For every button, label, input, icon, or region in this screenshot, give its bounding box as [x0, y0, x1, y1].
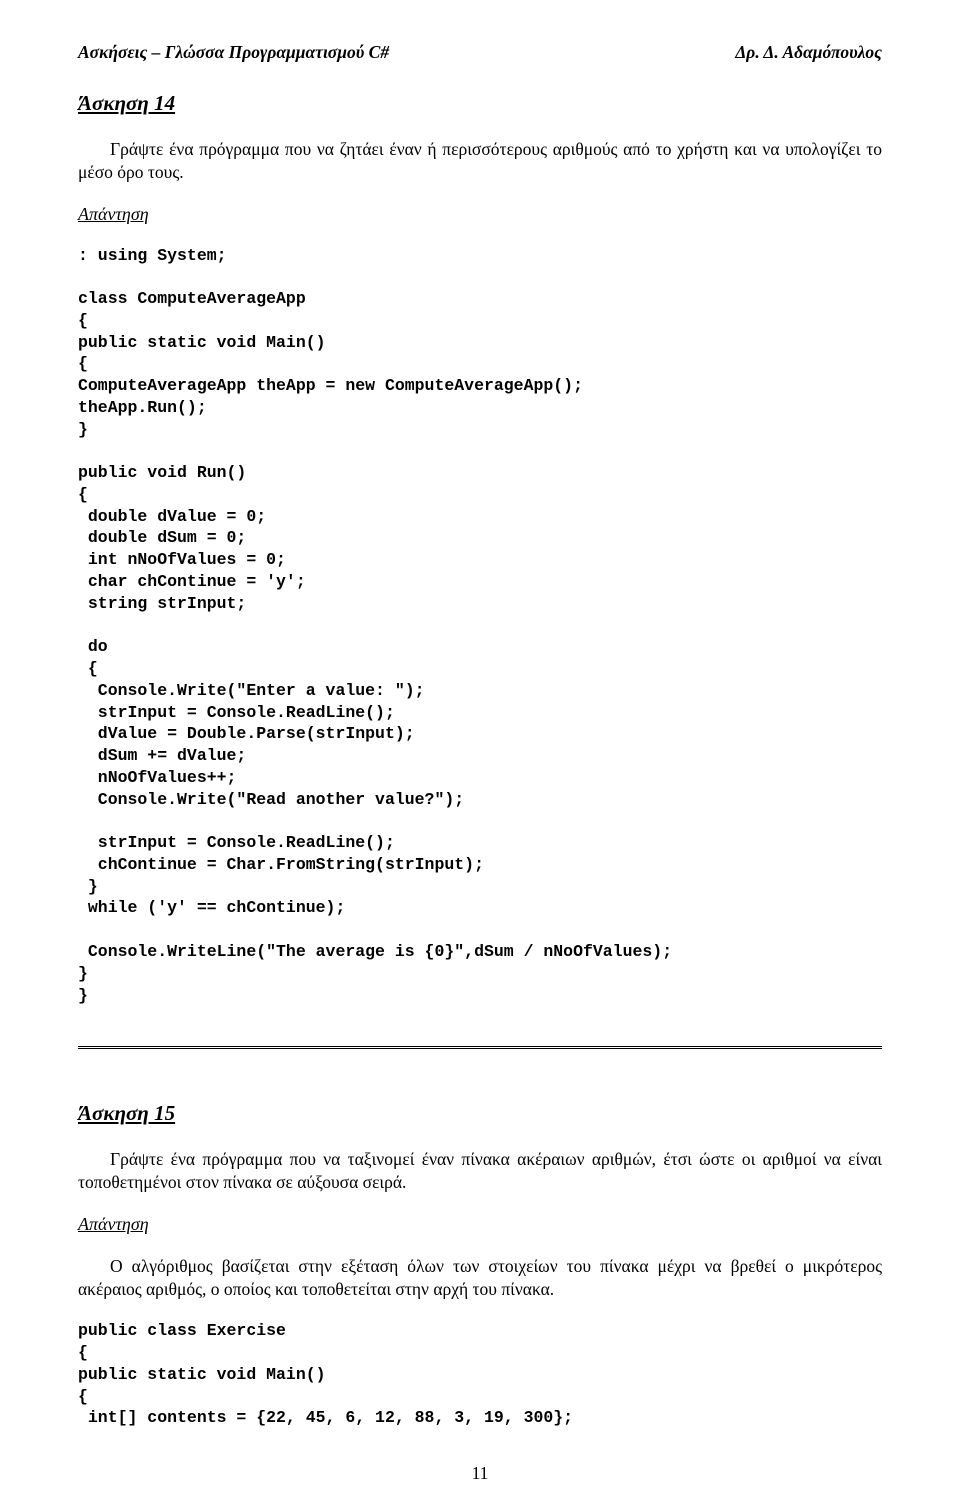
exercise-14-prompt: Γράψτε ένα πρόγραμμα που να ζητάει έναν …	[78, 138, 882, 184]
exercise-14-answer-label: Απάντηση	[78, 204, 882, 225]
header-right: Δρ. Δ. Αδαμόπουλος	[735, 42, 882, 63]
exercise-15-code: public class Exercise { public static vo…	[78, 1320, 882, 1429]
exercise-15-answer-label: Απάντηση	[78, 1214, 882, 1235]
page-header: Ασκήσεις – Γλώσσα Προγραμματισμού C# Δρ.…	[78, 42, 882, 63]
exercise-14-code: : using System; class ComputeAverageApp …	[78, 245, 882, 1007]
page-number: 11	[0, 1463, 960, 1484]
exercise-15-title: Άσκηση 15	[78, 1101, 882, 1126]
document-page: Ασκήσεις – Γλώσσα Προγραμματισμού C# Δρ.…	[0, 0, 960, 1508]
section-divider	[78, 1046, 882, 1049]
header-left: Ασκήσεις – Γλώσσα Προγραμματισμού C#	[78, 42, 389, 63]
exercise-15-explanation: Ο αλγόριθμος βασίζεται στην εξέταση όλων…	[78, 1255, 882, 1301]
exercise-14-title: Άσκηση 14	[78, 91, 882, 116]
exercise-15-prompt: Γράψτε ένα πρόγραμμα που να ταξινομεί έν…	[78, 1148, 882, 1194]
